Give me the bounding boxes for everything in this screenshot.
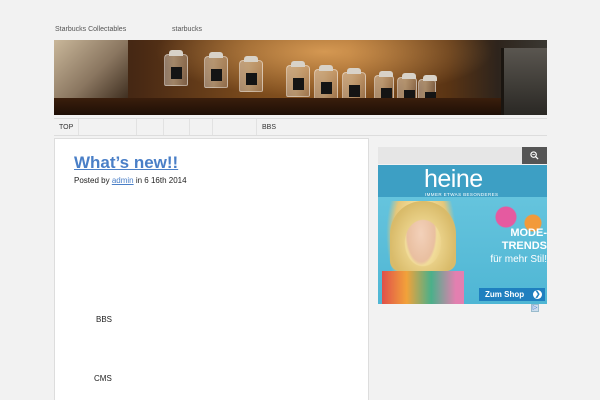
ad-headline: MODE- TRENDS (473, 227, 547, 253)
banner-counter (54, 98, 547, 115)
banner-left-panel (54, 40, 128, 102)
ad-brand-logo: heine (424, 165, 483, 193)
ad-info-icon[interactable]: ▷ (531, 304, 539, 312)
header-banner (54, 40, 547, 115)
nav-item-bbs[interactable]: BBS (257, 119, 287, 135)
ad-headline-line1: MODE- (510, 227, 547, 239)
ad-model-dress (382, 271, 464, 304)
magnifier-icon (530, 151, 539, 160)
banner-door (501, 48, 547, 115)
nav-item[interactable] (213, 119, 257, 135)
banner-jar (286, 61, 310, 97)
search-button[interactable] (522, 147, 547, 164)
banner-jar (314, 65, 338, 101)
main-nav: TOP BBS (54, 118, 547, 136)
nav-item[interactable] (79, 119, 137, 135)
banner-jar (164, 50, 188, 86)
post-author-link[interactable]: admin (112, 176, 134, 185)
arrow-right-icon: ❯ (533, 290, 542, 299)
post-title[interactable]: What’s new!! (74, 153, 178, 173)
nav-item-top[interactable]: TOP (54, 119, 79, 135)
ad-subline: für mehr Stil! (490, 254, 547, 265)
nav-item[interactable] (137, 119, 164, 135)
banner-jar (239, 56, 263, 92)
post-meta: Posted by admin in 6 16th 2014 (74, 176, 187, 185)
nav-item[interactable] (164, 119, 190, 135)
sidebar-ad[interactable]: heine IMMER ETWAS BESONDERES MODE- TREND… (378, 165, 547, 304)
ad-cta-label: Zum Shop (485, 290, 525, 299)
site-description: starbucks (172, 26, 202, 33)
ad-cta-button[interactable]: Zum Shop ❯ (479, 288, 545, 301)
post-content: What’s new!! Posted by admin in 6 16th 2… (54, 138, 369, 400)
ad-headline-line2: TRENDS (501, 240, 547, 252)
post-line-cms: CMS (94, 374, 112, 383)
ad-model-hair (390, 201, 456, 271)
ad-tagline: IMMER ETWAS BESONDERES (425, 192, 499, 197)
post-meta-prefix: Posted by (74, 176, 110, 185)
banner-jar (204, 52, 228, 88)
nav-item[interactable] (190, 119, 213, 135)
post-line-bbs: BBS (96, 315, 113, 324)
site-title[interactable]: Starbucks Collectables (55, 26, 126, 33)
post-date: in 6 16th 2014 (135, 176, 187, 185)
